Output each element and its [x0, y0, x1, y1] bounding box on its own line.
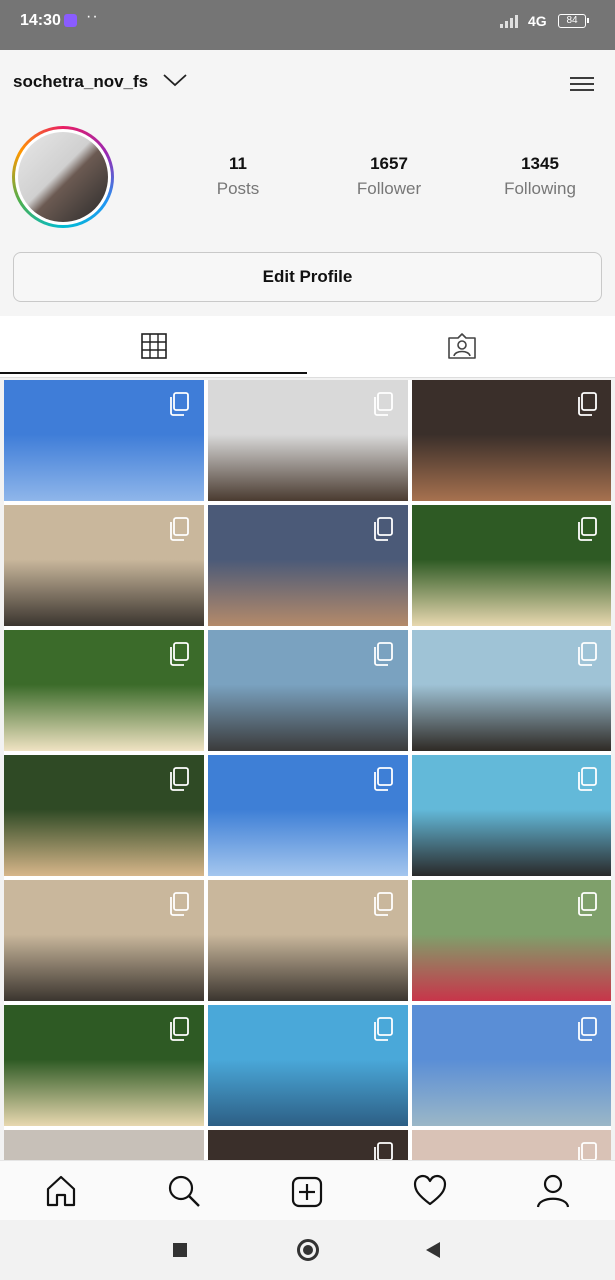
post-thumbnail[interactable] [4, 880, 204, 1001]
multiple-photos-icon [374, 1142, 393, 1160]
post-thumbnail[interactable] [4, 755, 204, 876]
multiple-photos-icon [578, 892, 597, 916]
search-icon[interactable] [167, 1173, 201, 1209]
new-post-icon[interactable] [290, 1173, 324, 1209]
post-thumbnail[interactable] [412, 630, 611, 751]
profile-section: sochetra_nov_fs 11 Posts 1657 Follower 1… [0, 50, 615, 316]
multiple-photos-icon [578, 392, 597, 416]
multiple-photos-icon [374, 892, 393, 916]
multiple-photos-icon [578, 517, 597, 541]
multiple-photos-icon [374, 517, 393, 541]
tabs-divider [0, 377, 615, 378]
tagged-person-icon [448, 333, 476, 359]
active-tab-indicator [0, 372, 307, 374]
tab-posts-grid[interactable] [0, 316, 307, 376]
stat-label: Follower [356, 179, 422, 198]
stat-label: Following [504, 179, 576, 198]
post-thumbnail[interactable] [4, 630, 204, 751]
stat-value: 1657 [370, 154, 408, 173]
multiple-photos-icon [578, 642, 597, 666]
post-thumbnail[interactable] [208, 630, 408, 751]
stat-value: 11 [229, 154, 247, 173]
avatar-image [18, 132, 108, 222]
post-thumbnail[interactable] [412, 380, 611, 501]
multiple-photos-icon [374, 392, 393, 416]
avatar[interactable] [12, 126, 114, 228]
system-navigation-bar [0, 1220, 615, 1280]
post-thumbnail[interactable] [208, 755, 408, 876]
stat-following[interactable]: 1345 Following [480, 154, 600, 199]
multiple-photos-icon [578, 767, 597, 791]
notification-dots-icon: ·· [86, 8, 99, 25]
back-triangle-icon[interactable] [426, 1242, 440, 1258]
multiple-photos-icon [578, 1017, 597, 1041]
profile-icon[interactable] [536, 1173, 570, 1209]
bottom-navigation [0, 1160, 615, 1220]
multiple-photos-icon [374, 1017, 393, 1041]
multiple-photos-icon [170, 1017, 189, 1041]
signal-strength-icon [500, 14, 522, 28]
multiple-photos-icon [578, 1142, 597, 1160]
hamburger-menu-icon[interactable] [568, 74, 596, 94]
post-thumbnail[interactable] [208, 880, 408, 1001]
multiple-photos-icon [170, 892, 189, 916]
home-icon[interactable] [44, 1173, 78, 1209]
post-thumbnail[interactable] [4, 505, 204, 626]
post-thumbnail[interactable] [208, 505, 408, 626]
status-bar: 14:30 ·· 4G 84 [0, 0, 615, 50]
post-thumbnail[interactable] [4, 1130, 204, 1160]
recents-square-icon[interactable] [173, 1243, 187, 1257]
stat-posts[interactable]: 11 Posts [178, 154, 298, 199]
post-thumbnail[interactable] [208, 380, 408, 501]
post-thumbnail[interactable] [412, 880, 611, 1001]
post-thumbnail[interactable] [412, 505, 611, 626]
status-time: 14:30 [20, 12, 61, 29]
multiple-photos-icon [170, 392, 189, 416]
stat-value: 1345 [521, 154, 559, 173]
chevron-down-icon[interactable] [160, 70, 190, 90]
post-thumbnail[interactable] [412, 755, 611, 876]
battery-icon: 84 [558, 14, 589, 28]
post-thumbnail[interactable] [4, 1005, 204, 1126]
messenger-notification-icon [64, 14, 77, 27]
multiple-photos-icon [170, 642, 189, 666]
post-thumbnail[interactable] [412, 1005, 611, 1126]
profile-tabs [0, 316, 615, 378]
post-thumbnail[interactable] [208, 1130, 408, 1160]
stat-label: Posts [216, 179, 260, 198]
network-type: 4G [528, 13, 547, 29]
heart-icon[interactable] [413, 1173, 447, 1209]
multiple-photos-icon [170, 767, 189, 791]
home-circle-icon[interactable] [297, 1239, 319, 1261]
tab-tagged[interactable] [308, 316, 615, 376]
profile-username[interactable]: sochetra_nov_fs [13, 72, 148, 92]
edit-profile-button[interactable]: Edit Profile [13, 252, 602, 302]
post-thumbnail[interactable] [412, 1130, 611, 1160]
multiple-photos-icon [374, 642, 393, 666]
grid-icon [141, 333, 167, 359]
post-thumbnail[interactable] [208, 1005, 408, 1126]
multiple-photos-icon [374, 767, 393, 791]
multiple-photos-icon [170, 517, 189, 541]
posts-grid [4, 380, 611, 1160]
stat-followers[interactable]: 1657 Follower [329, 154, 449, 199]
post-thumbnail[interactable] [4, 380, 204, 501]
